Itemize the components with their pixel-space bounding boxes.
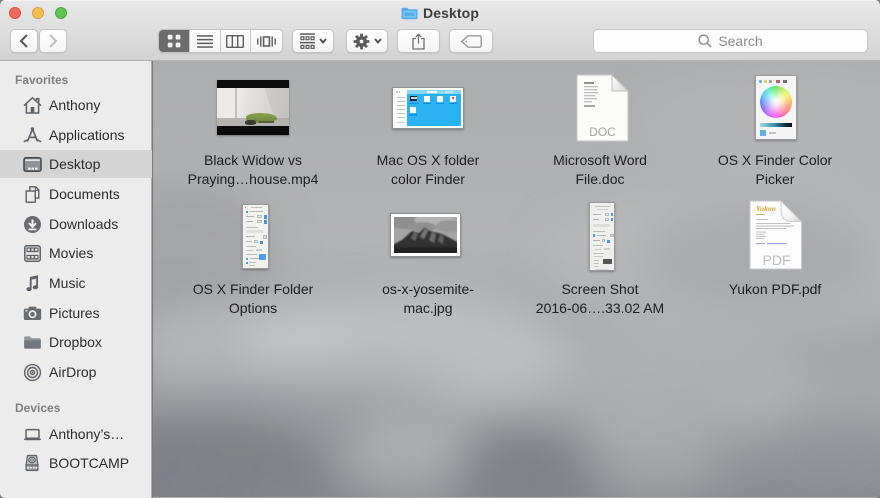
svg-text:PDF: PDF: [763, 252, 791, 268]
svg-text:Yukon: Yukon: [756, 204, 776, 213]
svg-text:DOC: DOC: [589, 125, 616, 139]
